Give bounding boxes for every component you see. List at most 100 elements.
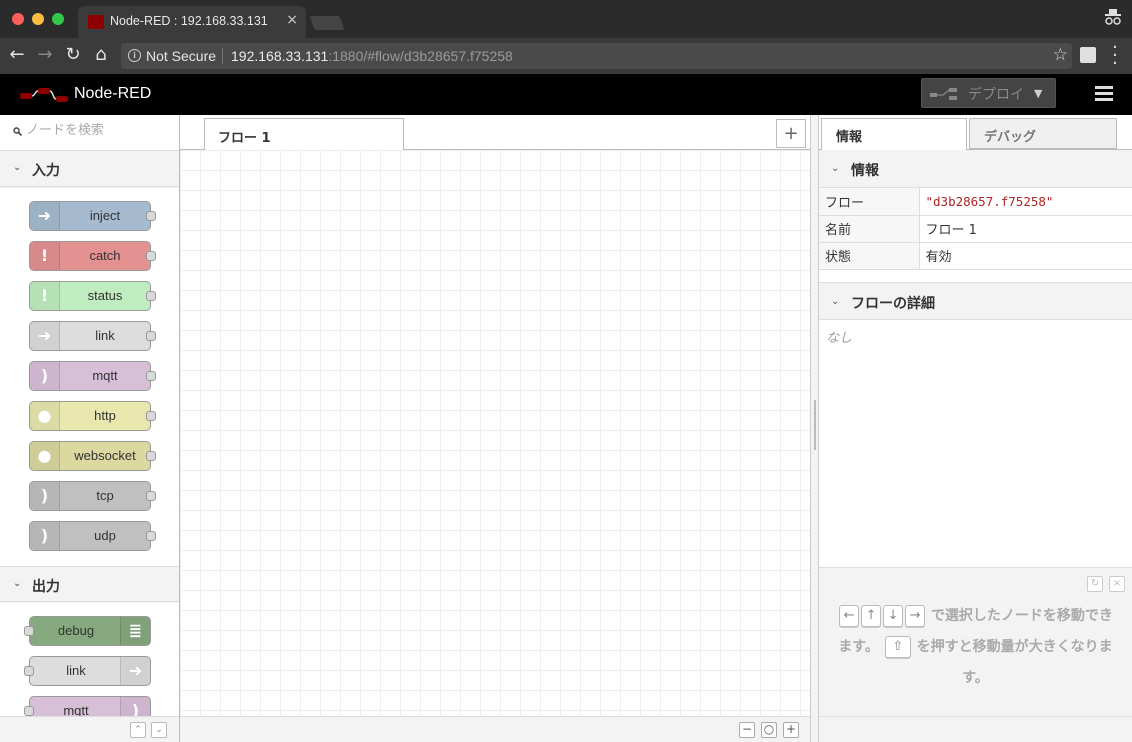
icon-glyph: ) (40, 486, 49, 505)
palette-node-inject[interactable]: ➜ inject (29, 201, 156, 231)
bridge-icon: ) (30, 522, 60, 550)
main-menu-icon[interactable] (1095, 86, 1113, 102)
node-label: debug (57, 623, 95, 638)
sidebar: 情報 デバッグ ⌄ 情報 フロー "d3b28657.f75258" 名前 フロ… (819, 115, 1132, 742)
globe-icon: ● (30, 442, 60, 470)
sidebar-footer (819, 716, 1132, 742)
icon-glyph: ) (40, 366, 49, 385)
deploy-icon (930, 88, 957, 100)
close-tip-icon[interactable]: × (1109, 576, 1125, 592)
arrow-down-key-icon: ↓ (883, 605, 904, 627)
close-window-button[interactable] (12, 13, 24, 25)
tip-text-2: を押すと移動量が大きくなります。 (916, 639, 1113, 686)
palette-search-input[interactable] (26, 123, 176, 138)
zoom-out-button[interactable]: − (739, 722, 755, 738)
security-label: Not Secure (146, 48, 217, 64)
flow-canvas[interactable] (180, 150, 810, 716)
url-text: 192.168.33.131:1880/#flow/d3b28657.f7525… (231, 48, 513, 64)
category-label: 入力 (32, 163, 60, 179)
info-section-header[interactable]: ⌄ 情報 (819, 150, 1132, 188)
back-button[interactable]: ← (6, 44, 28, 66)
row-key: フロー (819, 188, 920, 216)
deploy-button[interactable]: デプロイ ▼ (921, 78, 1056, 108)
collapse-all-button[interactable]: ⌃ (130, 722, 146, 738)
node-port (24, 666, 34, 676)
tab-info[interactable]: 情報 (821, 118, 967, 151)
icon-glyph: ● (37, 446, 52, 465)
expand-all-button[interactable]: ⌄ (151, 722, 167, 738)
app-header: Node-RED デプロイ ▼ (0, 74, 1132, 115)
tab-debug[interactable]: デバッグ (969, 118, 1117, 149)
node-port (146, 211, 156, 221)
node-label: mqtt (92, 368, 118, 383)
browser-tab[interactable]: Node-RED : 192.168.33.131 × (78, 6, 306, 38)
node-palette: ⌄ 入力 ➜ inject! catch! status ➜ link) mqtt ● http… (0, 115, 180, 742)
maximize-window-button[interactable] (52, 13, 64, 25)
palette-node-websocket[interactable]: ● websocket (29, 441, 156, 471)
palette-node-status[interactable]: ! status (29, 281, 156, 311)
icon-glyph: ➜ (37, 326, 52, 345)
arrow-up-key-icon: ↑ (861, 605, 882, 627)
sidebar-separator[interactable] (810, 115, 819, 742)
palette-node-mqtt[interactable]: ) mqtt (29, 361, 156, 391)
details-section-header[interactable]: ⌄ フローの詳細 (819, 282, 1132, 320)
refresh-tip-icon[interactable]: ↻ (1087, 576, 1103, 592)
home-button[interactable]: ⌂ (90, 44, 112, 66)
bookmark-star-icon[interactable]: ☆ (1053, 45, 1068, 65)
category-header-input[interactable]: ⌄ 入力 (0, 151, 179, 187)
info-icon[interactable]: i (128, 49, 141, 62)
palette-node-catch[interactable]: ! catch (29, 241, 156, 271)
palette-node-debug[interactable]: ≣ debug (24, 616, 151, 646)
reload-button[interactable]: ↻ (62, 44, 84, 66)
node-port (24, 706, 34, 716)
tab-close-icon[interactable]: × (286, 12, 298, 28)
node-label: link (66, 663, 86, 678)
node-label: catch (89, 248, 121, 263)
zoom-in-button[interactable]: + (783, 722, 799, 738)
app-title: Node-RED (74, 85, 152, 102)
chevron-down-icon: ⌄ (13, 162, 22, 173)
minimize-window-button[interactable] (32, 13, 44, 25)
palette-node-link[interactable]: ➜ link (29, 321, 156, 351)
palette-node-link[interactable]: ➜ link (24, 656, 151, 686)
palette-node-udp[interactable]: ) udp (29, 521, 156, 551)
chevron-down-icon: ⌄ (831, 296, 840, 307)
node-port (24, 626, 34, 636)
palette-footer: ⌃ ⌄ (0, 716, 179, 742)
chevron-down-icon: ⌄ (831, 163, 840, 174)
shift-key-icon: ⇧ (884, 636, 911, 658)
arrow-in-icon: ➜ (30, 202, 60, 230)
row-value[interactable]: "d3b28657.f75258" (919, 188, 1132, 216)
address-bar[interactable]: i Not Secure 192.168.33.131:1880/#flow/d… (121, 43, 1072, 69)
url-path: :1880/#flow/d3b28657.f75258 (328, 48, 513, 64)
new-tab-button[interactable] (309, 16, 345, 30)
palette-node-http[interactable]: ● http (29, 401, 156, 431)
category-label: 出力 (32, 579, 60, 595)
node-port (146, 411, 156, 421)
node-port (146, 251, 156, 261)
browser-tabstrip: Node-RED : 192.168.33.131 × (0, 0, 1132, 38)
icon-glyph: ● (37, 406, 52, 425)
tip-box: ↻ × ← ↑ ↓ → で選択したノードを移動できます。 ⇧ を押すと移動量が大きくな… (819, 567, 1132, 716)
forward-button[interactable]: → (34, 44, 56, 66)
deploy-menu-caret-icon[interactable]: ▼ (1034, 87, 1042, 100)
drag-handle[interactable] (814, 400, 816, 450)
zoom-reset-button[interactable]: ○ (761, 722, 777, 738)
node-port (146, 291, 156, 301)
category-header-output[interactable]: ⌄ 出力 (0, 566, 179, 602)
table-row: 状態 有効 (819, 242, 1132, 270)
browser-menu-icon[interactable]: · · · (1108, 39, 1122, 73)
palette-node-tcp[interactable]: ) tcp (29, 481, 156, 511)
globe-icon: ● (30, 402, 60, 430)
deploy-label: デプロイ (968, 87, 1024, 103)
tab-label: デバッグ (984, 130, 1037, 145)
icon-glyph: ≣ (128, 621, 143, 640)
extension-icon[interactable] (1080, 47, 1096, 63)
add-flow-button[interactable]: + (776, 119, 806, 148)
browser-toolbar: ← → ↻ ⌂ i Not Secure 192.168.33.131:1880… (0, 38, 1132, 74)
url-host: 192.168.33.131 (231, 48, 329, 64)
tab-label: フロー 1 (218, 131, 271, 146)
tab-flow-1[interactable]: フロー 1 (204, 118, 404, 151)
icon-glyph: ➜ (37, 206, 52, 225)
category-body-output: ≣ debug ➜ link) mqtt (0, 603, 179, 726)
